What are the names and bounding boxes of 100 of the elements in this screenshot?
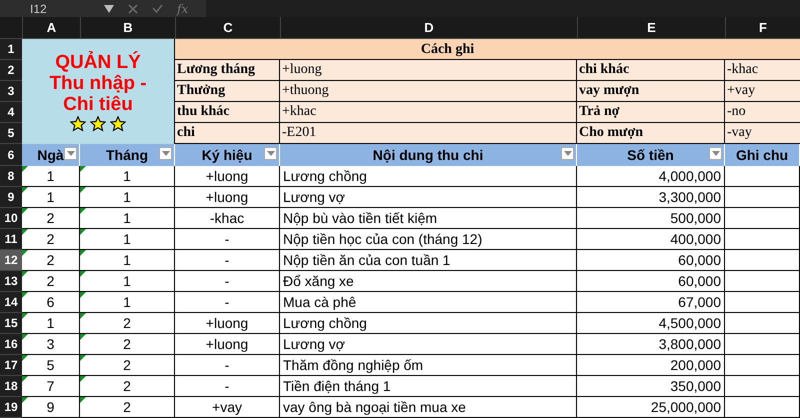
table-cell: 2 [22,271,80,292]
check-icon[interactable] [152,4,163,13]
header-label: Ngà [37,147,64,163]
table-cell: 400,000 [577,229,725,250]
table-cell: +luong [175,313,280,334]
row-number[interactable]: 14 [0,292,22,313]
title-cell: QUẢN LÝ Thu nhập - Chi tiêu [22,39,175,144]
row-number[interactable]: 8 [0,166,22,187]
legend-code: -khac [726,61,760,79]
formula-input[interactable] [206,0,800,17]
column-header[interactable]: E [577,17,725,38]
legend-label: Trả nợ [577,102,725,122]
table-cell: 350,000 [577,376,725,397]
filter-button[interactable] [561,147,574,160]
column-header[interactable]: A [22,17,80,38]
table-cell: Tiền điện tháng 1 [280,376,577,397]
row-number[interactable]: 19 [0,397,22,418]
legend-label: thu khác [175,102,280,122]
legend-label: Lương tháng [175,60,280,80]
header-label: Ký hiệu [202,147,252,163]
row-number[interactable]: 5 [0,123,22,144]
legend-code: -E201 [280,123,577,143]
row-number[interactable]: 10 [0,208,22,229]
header-label: Số tiền [627,147,674,163]
header-label: Tháng [106,147,148,163]
table-cell: 1 [22,166,80,187]
table-cell: 2 [80,334,175,355]
table-cell: +vay [175,397,280,418]
table-cell: 25,000,000 [577,397,725,418]
table-cell: 9 [22,397,80,418]
row-number[interactable]: 16 [0,334,22,355]
legend-label: Thưởng [175,81,280,101]
table-cell: 2 [22,250,80,271]
filter-button[interactable] [264,147,277,160]
legend-code: -no [726,103,747,121]
table-cell: 2 [80,355,175,376]
table-cell: 5 [22,355,80,376]
legend-label: chi khác [577,60,725,80]
legend-code: +thuong [280,81,577,101]
star-icon [110,116,126,132]
row-number[interactable]: 6 [0,144,22,166]
row-number[interactable]: 12 [0,250,22,271]
column-header[interactable]: F [725,17,800,38]
table-cell: - [175,376,280,397]
table-cell: 1 [80,208,175,229]
row-number[interactable]: 4 [0,102,22,123]
table-cell: Lương chồng [280,313,577,334]
legend-code: +khac [280,102,577,122]
column-header[interactable]: C [175,17,280,38]
cancel-icon[interactable] [128,4,138,14]
table-cell: 67,000 [577,292,725,313]
table-cell: 60,000 [577,250,725,271]
table-cell: 2 [80,397,175,418]
table-cell: 1 [80,292,175,313]
row-number[interactable]: 1 [0,39,22,60]
table-cell: vay ông bà ngoại tiền mua xe [280,397,577,418]
table-cell: 1 [80,229,175,250]
table-cell: 1 [80,187,175,208]
filter-button[interactable] [709,147,722,160]
column-header[interactable]: D [280,17,577,38]
table-cell: 2 [80,376,175,397]
table-cell: 2 [80,313,175,334]
legend-heading: Cách ghi [175,39,800,60]
table-cell: +luong [175,187,280,208]
name-box[interactable]: I12 [0,2,90,16]
legend-label: Cho mượn [577,123,725,143]
table-cell: Lương vợ [280,187,577,208]
table-cell: 60,000 [577,271,725,292]
table-cell: Nộp bù vào tiền tiết kiệm [280,208,577,229]
table-cell: 6 [22,292,80,313]
header-label: Ghi chu [736,147,788,163]
table-cell: +luong [175,334,280,355]
table-cell: 2 [22,229,80,250]
legend-label: vay mượn [577,81,725,101]
column-header[interactable]: B [80,17,175,38]
table-cell: - [175,355,280,376]
caret-icon[interactable] [104,4,114,12]
table-cell: 4,500,000 [577,313,725,334]
filter-button[interactable] [64,147,77,160]
table-cell: 3,300,000 [577,187,725,208]
filter-button[interactable] [159,147,172,160]
legend-code: +vay [726,82,756,100]
row-number[interactable]: 18 [0,376,22,397]
table-cell: - [175,271,280,292]
row-number[interactable]: 17 [0,355,22,376]
header-label: Nội dung thu chi [372,147,484,163]
table-cell: Thăm đồng nghiệp ốm [280,355,577,376]
table-cell: 200,000 [577,355,725,376]
row-number[interactable]: 15 [0,313,22,334]
row-number[interactable]: 11 [0,229,22,250]
star-icon [70,116,86,132]
row-number[interactable]: 13 [0,271,22,292]
table-cell: -khac [175,208,280,229]
table-cell: Nộp tiền học của con (tháng 12) [280,229,577,250]
row-number[interactable]: 3 [0,81,22,102]
table-cell: Lương vợ [280,334,577,355]
row-number[interactable]: 2 [0,60,22,81]
table-cell: Đổ xăng xe [280,271,577,292]
row-number[interactable]: 9 [0,187,22,208]
table-cell: +luong [175,166,280,187]
